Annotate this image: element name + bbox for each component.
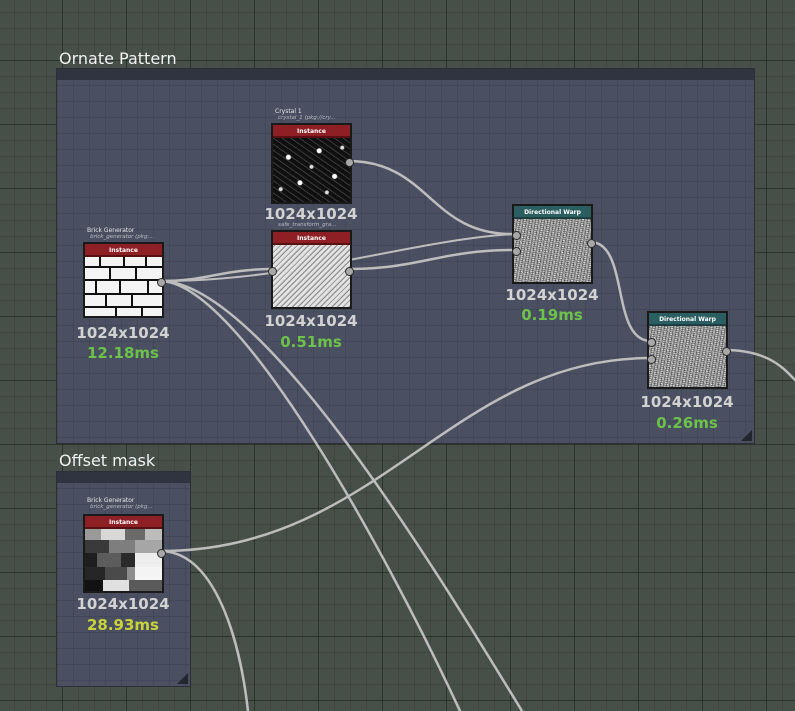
node-header: Instance [85, 516, 162, 529]
node-thumbnail-crystal [273, 138, 350, 202]
node-title-brick-generator-mask: Brick Generator [87, 497, 135, 504]
output-port[interactable] [587, 239, 596, 248]
node-brick-generator-mask[interactable]: Instance [83, 514, 166, 593]
node-cook-time: 0.26ms [656, 414, 718, 432]
node-resolution: 1024x1024 [264, 312, 358, 330]
wire-transform-to-warp1[interactable] [346, 248, 517, 271]
node-thumbnail-mask [85, 529, 162, 591]
wire-warp2-out[interactable] [722, 348, 795, 382]
node-thumbnail-bricks [85, 257, 162, 316]
node-resolution: 1024x1024 [264, 205, 358, 223]
node-title-brick-generator: Brick Generator [87, 227, 135, 234]
node-cook-time: 0.51ms [280, 333, 342, 351]
node-header: Directional Warp [514, 206, 591, 219]
input-port[interactable] [268, 267, 277, 276]
node-thumbnail-warp [514, 219, 591, 282]
node-cook-time: 12.18ms [86, 344, 159, 362]
input-port[interactable] [512, 231, 521, 240]
output-port[interactable] [345, 158, 354, 167]
node-directional-warp-1[interactable]: Directional Warp [512, 204, 596, 284]
wire-mask-to-warp2[interactable] [158, 356, 653, 553]
node-resolution: 1024x1024 [505, 286, 599, 304]
node-title-crystal: Crystal 1 [275, 108, 302, 115]
node-subtitle-brick-generator-mask: brick_generator (pkg... [90, 504, 153, 510]
node-resolution: 1024x1024 [76, 324, 170, 342]
node-subtitle-crystal: crystal_1 (pkg://cry... [278, 115, 336, 121]
node-thumbnail-transform [273, 245, 350, 307]
output-port[interactable] [345, 267, 354, 276]
output-port[interactable] [722, 347, 731, 356]
node-directional-warp-2[interactable]: Directional Warp [647, 311, 731, 389]
node-header: Instance [85, 244, 162, 257]
node-cook-time: 28.93ms [86, 616, 159, 634]
node-header: Instance [273, 232, 350, 245]
output-port[interactable] [157, 549, 166, 558]
node-thumbnail-warp [649, 326, 726, 387]
input-port[interactable] [647, 338, 656, 347]
node-brick-generator[interactable]: Instance [83, 242, 166, 318]
node-subtitle-transform: safe_transform_gra... [278, 222, 337, 228]
node-subtitle-brick-generator: brick_generator (pkg:... [90, 234, 155, 240]
input-port[interactable] [512, 247, 521, 256]
node-header: Instance [273, 125, 350, 138]
node-resolution: 1024x1024 [640, 393, 734, 411]
output-port[interactable] [157, 278, 166, 287]
node-crystal[interactable]: Instance [271, 123, 354, 204]
node-safe-transform[interactable]: Instance [268, 230, 354, 309]
node-cook-time: 0.19ms [521, 306, 583, 324]
node-resolution: 1024x1024 [76, 595, 170, 613]
node-header: Directional Warp [649, 313, 726, 326]
input-port[interactable] [647, 355, 656, 364]
wire-crystal-to-warp1[interactable] [346, 159, 517, 236]
